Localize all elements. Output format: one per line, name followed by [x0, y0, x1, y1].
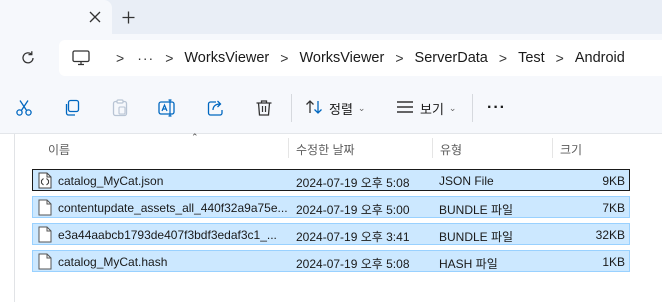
view-label: 보기 [420, 101, 444, 117]
toolbar-divider [291, 94, 292, 122]
file-list-pane: ⌃ 이름 수정한 날짜 유형 크기 catalog_MyCat.json 202… [0, 132, 662, 302]
this-pc-icon[interactable] [71, 49, 91, 67]
column-header-name[interactable]: 이름 [48, 141, 70, 158]
tab-strip [0, 0, 662, 34]
chevron-right-icon: > [165, 50, 174, 66]
rename-icon[interactable] [157, 97, 179, 119]
file-date: 2024-07-19 오후 5:08 [296, 176, 410, 190]
file-date: 2024-07-19 오후 5:08 [296, 257, 410, 271]
chevron-right-icon: > [280, 50, 289, 66]
sort-ascending-icon: ⌃ [191, 132, 199, 142]
column-divider[interactable] [288, 138, 289, 158]
sort-label: 정렬 [329, 101, 353, 117]
file-icon [38, 199, 52, 216]
file-date: 2024-07-19 오후 3:41 [296, 230, 410, 244]
file-size: 7KB [602, 201, 625, 215]
chevron-right-icon: > [498, 50, 508, 66]
file-row[interactable]: catalog_MyCat.json 2024-07-19 오후 5:08 JS… [32, 169, 630, 191]
file-row[interactable]: contentupdate_assets_all_440f32a9a75e...… [32, 196, 630, 218]
column-header-size[interactable]: 크기 [560, 141, 582, 158]
share-icon[interactable] [205, 97, 227, 119]
file-type: BUNDLE 파일 [439, 230, 514, 244]
file-type: HASH 파일 [439, 257, 498, 271]
view-icon [396, 100, 414, 117]
refresh-icon[interactable] [17, 47, 39, 69]
file-date: 2024-07-19 오후 5:00 [296, 203, 410, 217]
chevron-right-icon: > [555, 50, 564, 66]
toolbar-divider [472, 94, 473, 122]
file-size: 1KB [602, 255, 625, 269]
plus-icon[interactable] [118, 7, 138, 27]
active-tab[interactable] [0, 0, 112, 34]
view-button[interactable]: 보기 ⌄ [396, 96, 456, 120]
sort-icon [305, 99, 323, 118]
pane-divider [14, 134, 15, 302]
column-divider[interactable] [552, 138, 553, 158]
breadcrumb-item[interactable]: WorksViewer [184, 50, 269, 66]
column-headers: ⌃ 이름 수정한 날짜 유형 크기 [32, 132, 632, 162]
breadcrumb[interactable]: > ··· > WorksViewer > WorksViewer > Serv… [59, 40, 662, 76]
file-name: e3a44aabcb1793de407f3bdf3edaf3c1_... [58, 228, 277, 242]
file-icon [38, 226, 52, 243]
file-icon [38, 253, 52, 270]
column-header-date[interactable]: 수정한 날짜 [296, 141, 355, 158]
breadcrumb-item[interactable]: WorksViewer [299, 50, 384, 66]
sort-button[interactable]: 정렬 ⌄ [305, 96, 365, 120]
trash-icon[interactable] [253, 97, 275, 119]
json-file-icon [38, 172, 52, 189]
file-row[interactable]: e3a44aabcb1793de407f3bdf3edaf3c1_... 202… [32, 223, 630, 245]
more-icon: ··· [487, 99, 506, 116]
column-divider[interactable] [432, 138, 433, 158]
paste-icon[interactable] [109, 97, 131, 119]
breadcrumb-item[interactable]: Test [518, 50, 545, 66]
address-bar: > ··· > WorksViewer > WorksViewer > Serv… [0, 34, 662, 82]
file-type: JSON File [439, 174, 494, 188]
command-bar: 정렬 ⌄ 보기 ⌄ ··· [0, 82, 662, 134]
file-type: BUNDLE 파일 [439, 203, 514, 217]
breadcrumb-overflow[interactable]: ··· [137, 50, 154, 66]
scissors-icon[interactable] [13, 97, 35, 119]
close-icon[interactable] [86, 8, 104, 26]
file-size: 32KB [595, 228, 625, 242]
breadcrumb-item[interactable]: ServerData [415, 50, 488, 66]
file-name: catalog_MyCat.hash [58, 255, 168, 269]
chevron-down-icon: ⌄ [448, 102, 457, 113]
more-options-button[interactable]: ··· [487, 96, 506, 120]
chevron-right-icon: > [116, 50, 125, 66]
file-name: contentupdate_assets_all_440f32a9a75e... [58, 201, 288, 215]
breadcrumb-item[interactable]: Android [575, 50, 625, 66]
chevron-right-icon: > [395, 50, 404, 66]
file-name: catalog_MyCat.json [58, 174, 164, 188]
file-row[interactable]: catalog_MyCat.hash 2024-07-19 오후 5:08 HA… [32, 250, 630, 272]
copy-icon[interactable] [61, 97, 83, 119]
file-size: 9KB [602, 174, 625, 188]
chevron-down-icon: ⌄ [357, 102, 366, 113]
column-header-type[interactable]: 유형 [440, 141, 462, 158]
